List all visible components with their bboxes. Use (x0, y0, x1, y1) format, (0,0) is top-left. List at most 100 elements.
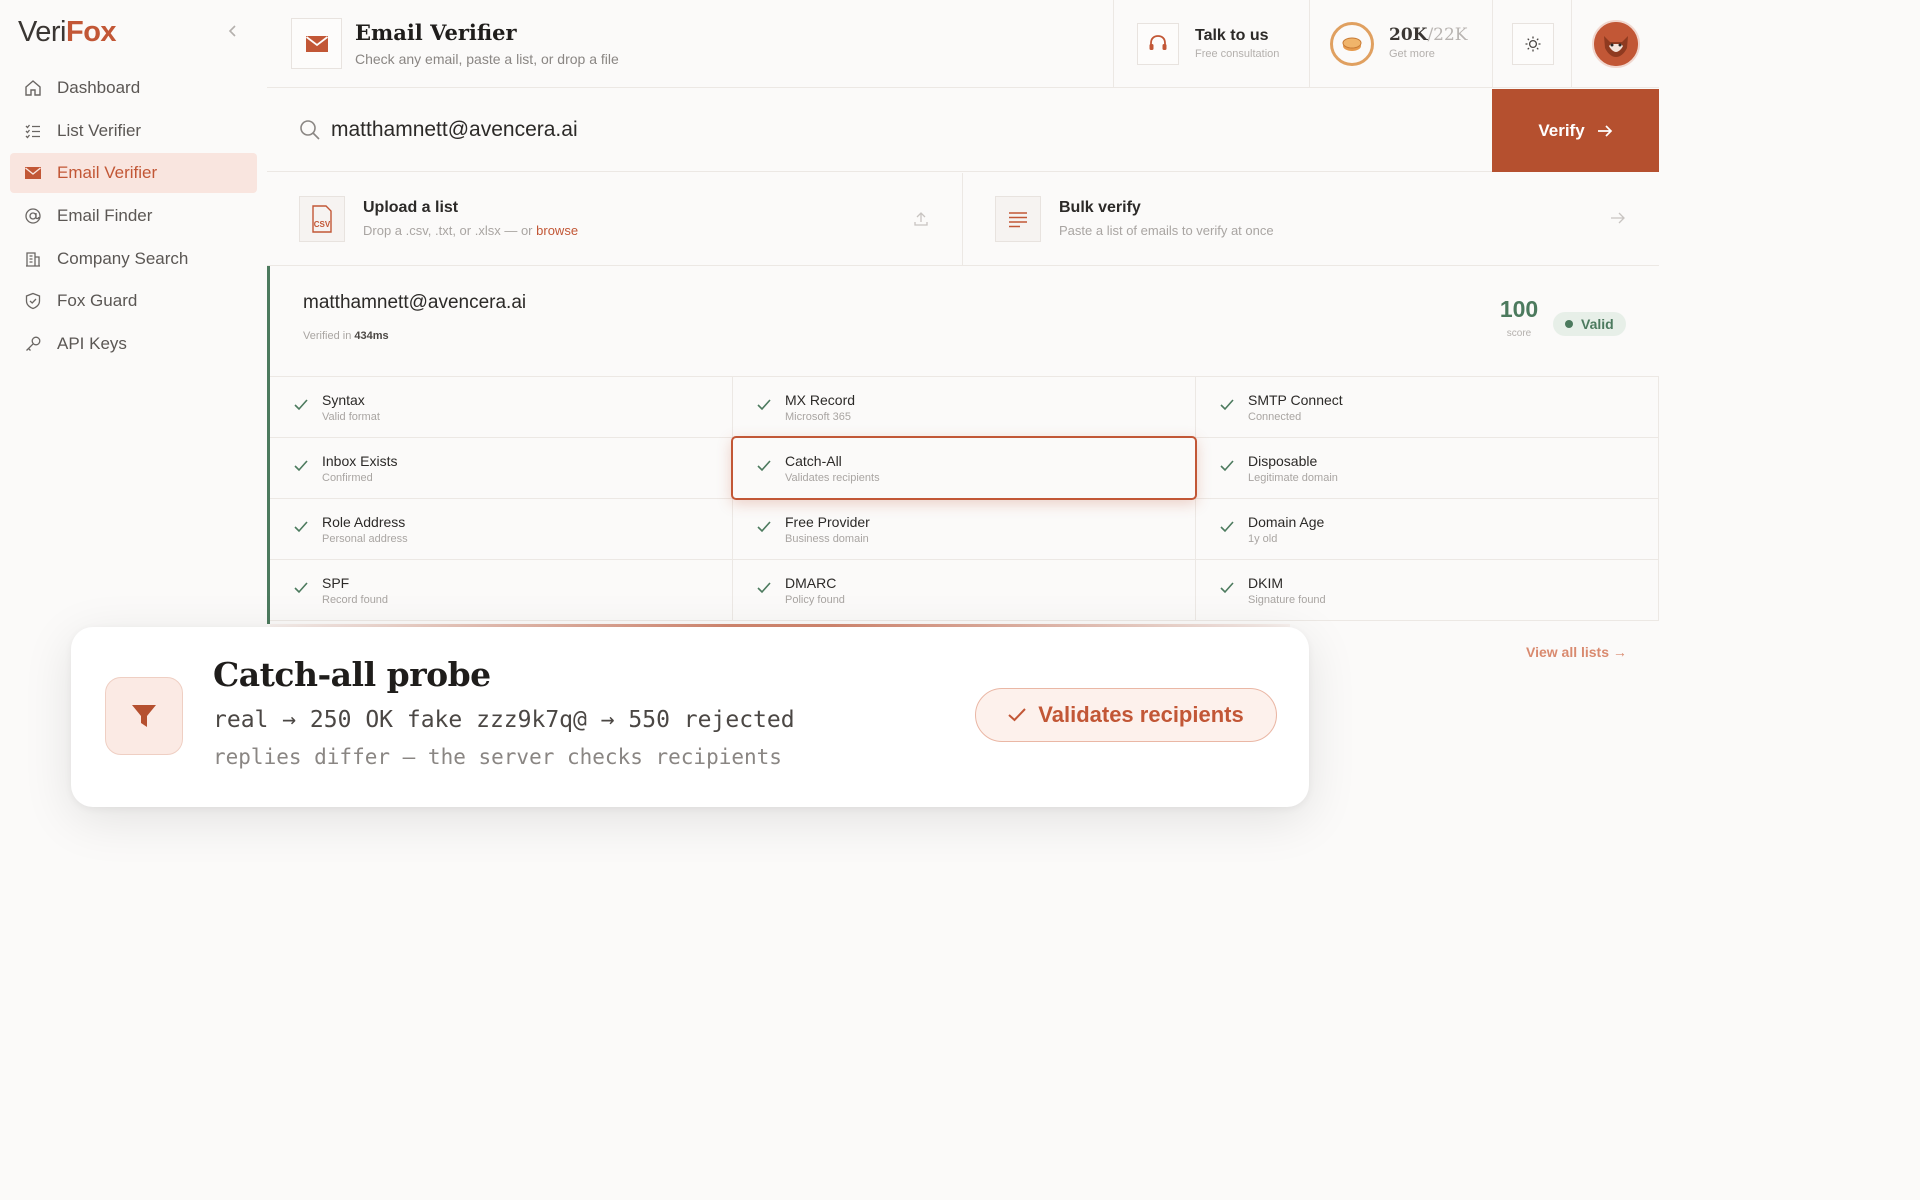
credits-used: 20K (1389, 25, 1428, 45)
page-subtitle: Check any email, paste a list, or drop a… (355, 51, 619, 67)
upload-subtitle: Drop a .csv, .txt, or .xlsx — or browse (363, 223, 578, 238)
sidebar-item-label: Email Verifier (57, 163, 158, 183)
check-dmarc: DMARC Policy found (733, 560, 1196, 621)
credits-value: 20K/22K (1389, 25, 1468, 45)
check-smtp-connect: SMTP Connect Connected (1196, 377, 1659, 438)
score-label: score (1506, 328, 1532, 339)
check-syntax: Syntax Valid format (270, 377, 733, 438)
sidebar-item-label: Email Finder (57, 206, 153, 226)
credits-widget[interactable]: 20K/22K Get more (1309, 0, 1492, 88)
verified-prefix: Verified in (303, 330, 355, 342)
checks-grid: Syntax Valid format MX Record Microsoft 36… (270, 376, 1659, 621)
check-domain-age: Domain Age 1y old (1196, 499, 1659, 560)
verify-button[interactable]: Verify (1492, 89, 1659, 172)
sidebar-item-list-verifier[interactable]: List Verifier (10, 111, 257, 151)
score-value: 100 (1499, 296, 1539, 322)
fox-avatar-icon (1594, 22, 1638, 66)
browse-link[interactable]: browse (536, 223, 578, 238)
key-icon (23, 334, 43, 354)
coin-icon (1330, 22, 1374, 66)
check-title: Free Provider (785, 514, 870, 530)
top-header: Email Verifier Check any email, paste a … (267, 0, 1659, 88)
sidebar-item-dashboard[interactable]: Dashboard (10, 68, 257, 108)
check-inbox-exists: Inbox Exists Confirmed (270, 438, 733, 499)
check-detail: Policy found (785, 594, 845, 606)
check-detail: Valid format (322, 411, 380, 423)
check-icon (1220, 582, 1234, 594)
probe-explanation: replies differ — the server checks recip… (213, 745, 782, 769)
import-options: CSV Upload a list Drop a .csv, .txt, or … (267, 173, 1659, 266)
sidebar-item-label: List Verifier (57, 120, 142, 140)
verify-button-label: Verify (1538, 120, 1585, 140)
check-title: Catch-All (785, 453, 842, 469)
talk-title: Talk to us (1195, 27, 1269, 44)
sidebar-item-api-keys[interactable]: API Keys (10, 324, 257, 364)
sidebar-item-email-verifier[interactable]: Email Verifier (10, 153, 257, 194)
check-detail: Microsoft 365 (785, 411, 852, 423)
check-icon (294, 521, 308, 533)
check-title: Domain Age (1248, 514, 1325, 530)
check-title: Disposable (1248, 453, 1318, 469)
sidebar-item-label: Fox Guard (57, 291, 138, 311)
check-role-address: Role Address Personal address (270, 499, 733, 560)
mail-icon (23, 163, 43, 183)
csv-badge: CSV (314, 220, 331, 229)
list-icon (23, 121, 43, 141)
check-detail: Record found (322, 594, 389, 606)
check-title: DMARC (785, 575, 837, 591)
check-disposable: Disposable Legitimate domain (1196, 438, 1659, 499)
check-icon (1220, 521, 1234, 533)
check-title: DKIM (1248, 575, 1283, 591)
sidebar-item-company-search[interactable]: Company Search (10, 239, 257, 279)
check-icon (757, 460, 771, 472)
divider (1492, 0, 1493, 88)
view-all-lists-link[interactable]: View all lists → (1526, 644, 1627, 660)
bulk-subtitle: Paste a list of emails to verify at once (1059, 223, 1274, 238)
email-input[interactable] (331, 111, 1431, 149)
building-icon (23, 249, 43, 269)
sidebar: VeriFox Dashboard List Verifier Email Ve… (0, 0, 266, 1200)
catch-all-probe-card: Catch-all probe real → 250 OK fake zzz9k… (71, 627, 1309, 807)
status-badge: Valid (1553, 312, 1626, 336)
check-dkim: DKIM Signature found (1196, 560, 1659, 621)
avatar[interactable] (1592, 20, 1640, 68)
collapse-sidebar-button[interactable] (222, 20, 244, 42)
divider (1571, 0, 1572, 88)
sidebar-item-label: Company Search (57, 248, 189, 268)
search-icon (300, 120, 320, 140)
check-icon (757, 399, 771, 411)
verified-duration: 434ms (354, 330, 389, 342)
csv-file-icon: CSV (299, 196, 345, 242)
check-icon (294, 582, 308, 594)
check-catch-all[interactable]: Catch-All Validates recipients (731, 436, 1197, 500)
check-title: Inbox Exists (322, 453, 398, 469)
upload-title: Upload a list (363, 199, 459, 216)
shield-icon (23, 291, 43, 311)
bulk-title: Bulk verify (1059, 199, 1141, 216)
upload-list-tile[interactable]: CSV Upload a list Drop a .csv, .txt, or … (267, 173, 963, 266)
sidebar-item-email-finder[interactable]: Email Finder (10, 196, 257, 236)
text-lines-icon (995, 196, 1041, 242)
sun-icon (1525, 36, 1541, 52)
check-icon (294, 399, 308, 411)
talk-to-us-button[interactable]: Talk to us Free consultation (1113, 0, 1309, 88)
sidebar-item-fox-guard[interactable]: Fox Guard (10, 281, 257, 321)
funnel-icon (105, 677, 183, 755)
check-icon (757, 521, 771, 533)
arrow-right-icon (1597, 124, 1612, 137)
at-icon (23, 206, 43, 226)
upload-icon (914, 212, 928, 226)
check-detail: 1y old (1248, 533, 1278, 545)
email-search-bar (267, 89, 1492, 172)
bulk-verify-tile[interactable]: Bulk verify Paste a list of emails to ve… (963, 173, 1659, 266)
probe-verdict-text: Validates recipients (1038, 702, 1244, 727)
upload-subtitle-text: Drop a .csv, .txt, or .xlsx — or (363, 223, 537, 238)
theme-toggle-button[interactable] (1512, 23, 1554, 65)
check-title: SMTP Connect (1248, 392, 1343, 408)
app-logo[interactable]: VeriFox (18, 16, 117, 49)
headset-icon (1137, 23, 1179, 65)
check-detail: Connected (1248, 411, 1302, 423)
check-detail: Validates recipients (785, 472, 880, 484)
chevron-left-icon (228, 25, 236, 37)
talk-subtitle: Free consultation (1195, 48, 1280, 60)
